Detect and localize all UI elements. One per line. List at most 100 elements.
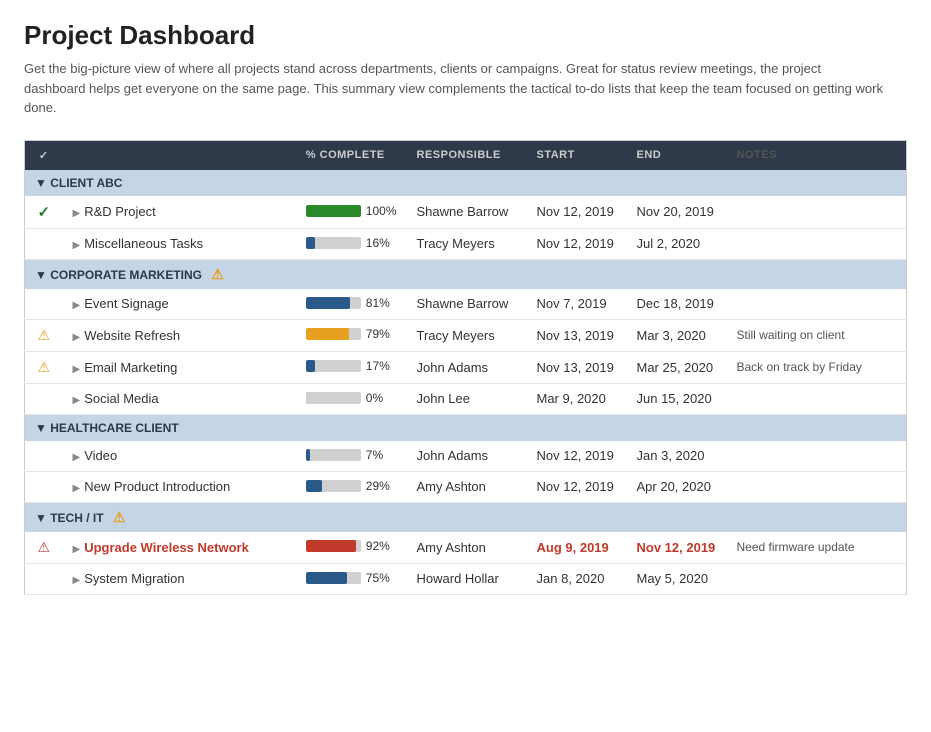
- progress-bar-bg: [306, 205, 361, 217]
- end-date: Jul 2, 2020: [637, 236, 701, 251]
- end-date-cell: Nov 12, 2019: [627, 532, 727, 564]
- progress-bar-fill: [306, 540, 357, 552]
- start-date: Mar 9, 2020: [537, 391, 606, 406]
- row-expand-arrow: ▶: [73, 452, 81, 463]
- project-name-cell[interactable]: ▶Website Refresh: [63, 319, 296, 351]
- responsible-cell: John Adams: [407, 351, 527, 383]
- table-row: ▶Video 7% John AdamsNov 12, 2019Jan 3, 2…: [25, 441, 907, 472]
- pct-label: 92%: [366, 539, 394, 553]
- row-check-cell: ✓: [25, 196, 63, 229]
- responsible-name: Tracy Meyers: [417, 236, 495, 251]
- project-name-cell[interactable]: ▶Video: [63, 441, 296, 472]
- row-expand-arrow: ▶: [73, 300, 81, 311]
- group-expand-icon[interactable]: ▼: [35, 511, 47, 525]
- pct-label: 75%: [366, 571, 394, 585]
- project-name-label: Miscellaneous Tasks: [84, 236, 203, 251]
- row-expand-arrow: ▶: [73, 483, 81, 494]
- row-expand-arrow: ▶: [73, 240, 81, 251]
- start-date: Nov 12, 2019: [537, 448, 614, 463]
- project-name-cell[interactable]: ▶Miscellaneous Tasks: [63, 228, 296, 259]
- table-row: ▶System Migration 75% Howard HollarJan 8…: [25, 563, 907, 594]
- project-name-label: System Migration: [84, 571, 184, 586]
- group-expand-icon[interactable]: ▼: [35, 176, 47, 190]
- project-name-cell[interactable]: ▶New Product Introduction: [63, 471, 296, 502]
- checkmark-icon: ✓: [37, 204, 50, 221]
- end-date: May 5, 2020: [637, 571, 709, 586]
- project-name-cell[interactable]: ▶System Migration: [63, 563, 296, 594]
- row-check-cell: [25, 383, 63, 414]
- row-check-cell: [25, 563, 63, 594]
- project-name-label: Website Refresh: [84, 328, 180, 343]
- start-date: Nov 13, 2019: [537, 328, 614, 343]
- pct-label: 7%: [366, 448, 394, 462]
- project-name-cell[interactable]: ▶R&D Project: [63, 196, 296, 229]
- notes-cell: [727, 441, 907, 472]
- progress-bar-fill: [306, 360, 315, 372]
- header-end: End: [627, 140, 727, 170]
- pct-complete-cell: 81%: [296, 289, 407, 320]
- pct-complete-cell: 92%: [296, 532, 407, 564]
- end-date-cell: Jun 15, 2020: [627, 383, 727, 414]
- table-row: ▶Event Signage 81% Shawne BarrowNov 7, 2…: [25, 289, 907, 320]
- page-description: Get the big-picture view of where all pr…: [24, 59, 884, 118]
- notes-text: Still waiting on client: [737, 328, 845, 342]
- progress-bar-fill: [306, 205, 361, 217]
- progress-bar-bg: [306, 237, 361, 249]
- row-expand-arrow: ▶: [73, 395, 81, 406]
- end-date: Jan 3, 2020: [637, 448, 705, 463]
- group-row-healthcare-client: ▼ HEALTHCARE CLIENT: [25, 414, 907, 441]
- end-date-cell: Mar 25, 2020: [627, 351, 727, 383]
- header-start: Start: [527, 140, 627, 170]
- project-name-cell[interactable]: ▶Event Signage: [63, 289, 296, 320]
- project-name-cell[interactable]: ▶Upgrade Wireless Network: [63, 532, 296, 564]
- table-row: ⚠▶Website Refresh 79% Tracy MeyersNov 13…: [25, 319, 907, 351]
- end-date-cell: Mar 3, 2020: [627, 319, 727, 351]
- row-check-cell: ⚠: [25, 319, 63, 351]
- warning-icon: ⚠: [37, 327, 50, 343]
- pct-label: 100%: [366, 204, 397, 218]
- project-name-label: Video: [84, 448, 117, 463]
- group-expand-icon[interactable]: ▼: [35, 421, 47, 435]
- group-warning-icon: ⚠: [211, 266, 224, 282]
- group-row-client-abc: ▼ CLIENT ABC: [25, 170, 907, 196]
- responsible-cell: Amy Ashton: [407, 471, 527, 502]
- project-dashboard-table: ✓ % Complete Responsible Start End Notes…: [24, 140, 907, 595]
- project-name-cell[interactable]: ▶Email Marketing: [63, 351, 296, 383]
- pct-label: 0%: [366, 391, 394, 405]
- header-check: ✓: [25, 140, 63, 170]
- start-date: Aug 9, 2019: [537, 540, 609, 555]
- project-name-label: Social Media: [84, 391, 158, 406]
- project-name-label: New Product Introduction: [84, 479, 230, 494]
- end-date: Apr 20, 2020: [637, 479, 711, 494]
- header-pct-complete: % Complete: [296, 140, 407, 170]
- pct-complete-cell: 17%: [296, 351, 407, 383]
- progress-bar-fill: [306, 328, 349, 340]
- start-date-cell: Nov 13, 2019: [527, 351, 627, 383]
- pct-label: 29%: [366, 479, 394, 493]
- responsible-name: John Adams: [417, 360, 489, 375]
- progress-bar-bg: [306, 572, 361, 584]
- end-date: Nov 20, 2019: [637, 204, 714, 219]
- row-check-cell: [25, 441, 63, 472]
- end-date: Nov 12, 2019: [637, 540, 716, 555]
- progress-bar-bg: [306, 360, 361, 372]
- row-check-cell: [25, 228, 63, 259]
- header-project: [63, 140, 296, 170]
- responsible-cell: Tracy Meyers: [407, 228, 527, 259]
- notes-cell: [727, 289, 907, 320]
- responsible-name: Amy Ashton: [417, 479, 486, 494]
- end-date: Mar 25, 2020: [637, 360, 714, 375]
- notes-cell: [727, 196, 907, 229]
- start-date-cell: Aug 9, 2019: [527, 532, 627, 564]
- end-date-cell: Jan 3, 2020: [627, 441, 727, 472]
- row-expand-arrow: ▶: [73, 364, 81, 375]
- responsible-cell: Shawne Barrow: [407, 196, 527, 229]
- table-row: ▶Miscellaneous Tasks 16% Tracy MeyersNov…: [25, 228, 907, 259]
- group-expand-icon[interactable]: ▼: [35, 268, 47, 282]
- responsible-cell: Shawne Barrow: [407, 289, 527, 320]
- notes-cell: [727, 471, 907, 502]
- project-name-cell[interactable]: ▶Social Media: [63, 383, 296, 414]
- start-date-cell: Nov 12, 2019: [527, 471, 627, 502]
- responsible-name: Shawne Barrow: [417, 204, 509, 219]
- progress-bar-bg: [306, 480, 361, 492]
